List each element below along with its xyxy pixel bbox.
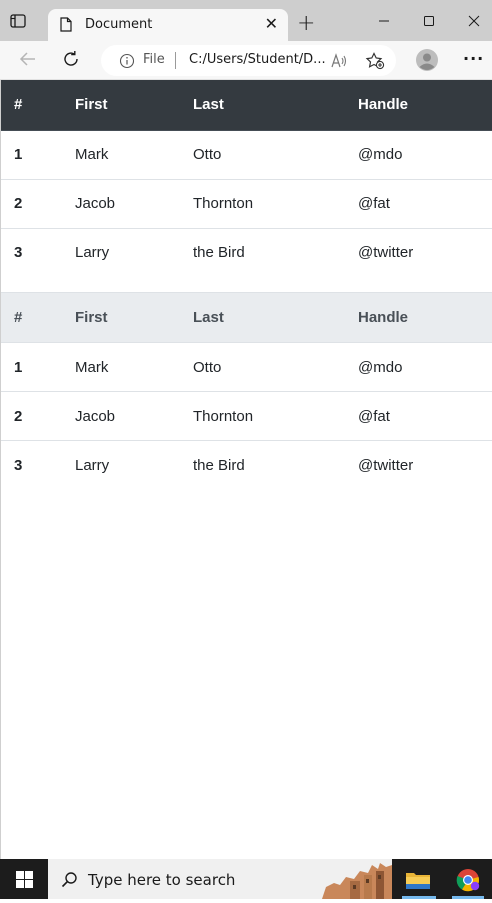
tab-actions-icon[interactable] (10, 13, 40, 37)
column-header: Handle (358, 80, 492, 131)
table-row: 1 Mark Otto @mdo (1, 343, 492, 392)
table-cell: Jacob (75, 195, 116, 212)
close-window-icon[interactable] (468, 12, 488, 30)
table-cell: Thornton (193, 407, 254, 425)
browser-toolbar: File C:/Users/Student/D... ··· (0, 41, 492, 80)
profile-avatar-icon[interactable] (416, 49, 438, 71)
table-header-row: # First Last Handle (1, 292, 492, 343)
address-scheme: File (143, 52, 165, 67)
chrome-icon[interactable] (456, 868, 480, 892)
table-cell: @mdo (358, 146, 403, 163)
address-url[interactable]: C:/Users/Student/D... (189, 52, 326, 67)
column-header: Handle (358, 292, 492, 343)
table-cell: the Bird (193, 456, 245, 474)
table-cell: @twitter (358, 244, 414, 262)
file-explorer-icon[interactable] (405, 869, 431, 891)
table-cell: 2 (14, 195, 23, 212)
table-cell: Larry (75, 456, 110, 474)
table-cell: Otto (193, 358, 222, 376)
table-cell: 1 (14, 146, 23, 163)
table-cell: 1 (14, 358, 23, 376)
table-row: 1 Mark Otto @mdo (1, 130, 492, 179)
page-icon (60, 17, 74, 33)
table-cell: Larry (75, 244, 110, 262)
table-cell: the Bird (193, 244, 245, 262)
windows-start-icon[interactable] (16, 871, 33, 888)
taskbar-search-box[interactable]: Type here to search (48, 859, 392, 899)
table-cell: 3 (14, 244, 23, 262)
table-header-row: # First Last Handle (1, 80, 492, 131)
search-icon (61, 871, 78, 888)
column-header: First (75, 80, 193, 131)
maximize-icon[interactable] (423, 12, 443, 30)
table-cell: Mark (75, 146, 109, 163)
more-menu-icon[interactable]: ··· (463, 49, 484, 68)
table-cell: @mdo (358, 358, 403, 376)
browser-tab[interactable]: Document ✕ (48, 9, 288, 41)
table-cell: @fat (358, 407, 390, 425)
table-cell: @twitter (358, 456, 414, 474)
browser-titlebar: Document ✕ + (0, 0, 492, 41)
column-header: # (1, 292, 75, 343)
table-row: 3 Larry the Bird @twitter (1, 228, 492, 277)
back-arrow-icon[interactable] (19, 51, 39, 69)
tab-title: Document (85, 17, 153, 32)
search-highlight-illustration-icon (320, 861, 392, 899)
minimize-icon[interactable] (378, 12, 398, 30)
column-header: # (1, 80, 75, 131)
table-dark-header: # First Last Handle 1 Mark Otto @mdo 2 J… (1, 80, 492, 277)
table-cell: 3 (14, 456, 23, 474)
new-tab-icon[interactable]: + (297, 13, 315, 35)
column-header: Last (193, 80, 358, 131)
table-row: 2 Jacob Thornton @fat (1, 179, 492, 228)
table-cell: Mark (75, 358, 109, 376)
column-header: First (75, 292, 193, 343)
address-separator (175, 52, 176, 69)
info-icon[interactable] (119, 53, 135, 69)
add-favorite-icon[interactable] (365, 52, 385, 70)
table-cell: Otto (193, 146, 222, 163)
read-aloud-icon[interactable] (330, 53, 348, 69)
column-header: Last (193, 292, 358, 343)
table-cell: @fat (358, 195, 390, 212)
address-bar[interactable]: File C:/Users/Student/D... (101, 45, 396, 76)
page-content: # First Last Handle 1 Mark Otto @mdo 2 J… (0, 80, 492, 859)
table-cell: Thornton (193, 195, 254, 212)
search-placeholder: Type here to search (88, 871, 236, 889)
table-light-header: # First Last Handle 1 Mark Otto @mdo 2 J… (1, 292, 492, 490)
refresh-icon[interactable] (62, 50, 82, 70)
close-tab-icon[interactable]: ✕ (265, 15, 278, 33)
table-cell: Jacob (75, 407, 116, 425)
table-row: 2 Jacob Thornton @fat (1, 392, 492, 441)
table-cell: 2 (14, 407, 23, 425)
taskbar: Type here to search (0, 859, 492, 899)
table-row: 3 Larry the Bird @twitter (1, 441, 492, 490)
